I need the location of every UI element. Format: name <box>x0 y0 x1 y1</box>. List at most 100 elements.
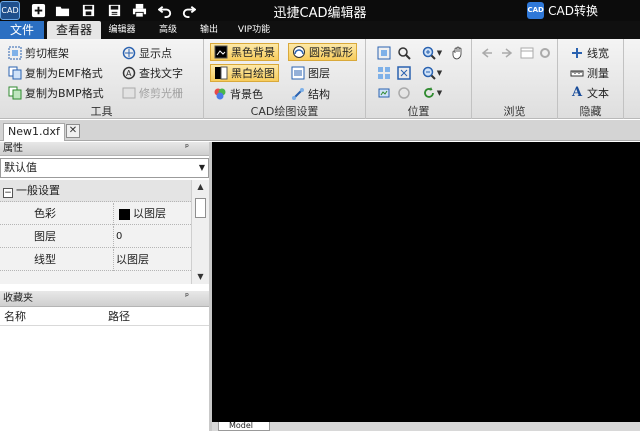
smooth-arc-button[interactable]: 圆滑弧形 <box>288 43 357 61</box>
property-row-linetype[interactable]: 线型 以图层 <box>0 249 191 271</box>
cad-convert-button[interactable]: CAD CAD转换 <box>527 1 598 20</box>
tab-advanced[interactable]: 高级 <box>151 21 185 39</box>
zoom-extents-icon <box>398 47 411 60</box>
column-name[interactable]: 名称 <box>4 308 26 326</box>
zoom-previous-icon <box>398 87 410 99</box>
cut-frame-button[interactable]: 剪切框架 <box>8 44 69 62</box>
tools-group: 剪切框架 复制为EMF格式 复制为BMP格式 显示点 A 查找文字 修剪光栅 工… <box>0 39 204 119</box>
tab-vip[interactable]: VIP功能 <box>234 21 274 39</box>
title-bar: CAD 迅捷CAD编辑器 CAD CAD转换 <box>0 0 640 21</box>
position-group-label: 位置 <box>407 105 430 118</box>
browse-group-label: 浏览 <box>503 105 526 118</box>
scroll-down-icon[interactable]: ▼ <box>192 270 209 284</box>
ribbon-tab-bar: 文件 查看器 编辑器 高级 输出 VIP功能 <box>0 21 640 39</box>
arrow-right-icon <box>502 48 513 58</box>
cut-frame-icon <box>8 46 22 60</box>
properties-panel-header: 属性 ᵖ <box>0 142 209 156</box>
close-tab-button[interactable]: ✕ <box>66 124 80 138</box>
window-controls[interactable] <box>612 1 640 20</box>
collapse-icon[interactable]: − <box>3 188 13 198</box>
property-group-general[interactable]: − 一般设置 <box>0 180 191 202</box>
column-path[interactable]: 路径 <box>108 308 130 326</box>
copy-emf-icon <box>8 66 22 80</box>
find-text-icon: A <box>122 66 136 80</box>
pin-icon[interactable]: ᵖ <box>185 291 189 304</box>
hide-group-label: 隐藏 <box>579 105 602 118</box>
copy-bmp-icon <box>8 86 22 100</box>
color-swatch <box>119 208 130 220</box>
zoom-fit-icon <box>397 66 411 80</box>
smooth-arc-icon <box>293 46 305 58</box>
zoom-window-button[interactable] <box>375 44 393 62</box>
trim-raster-icon <box>122 87 136 99</box>
back-button[interactable] <box>478 44 496 62</box>
property-grid: − 一般设置 色彩 以图层 图层 0 线型 以图层 <box>0 180 191 284</box>
layers-button[interactable]: 图层 <box>291 64 330 82</box>
file-menu[interactable]: 文件 <box>0 21 44 39</box>
zoom-in-icon <box>422 46 436 60</box>
tab-output[interactable]: 输出 <box>194 21 224 39</box>
layout-tab-bar: Model <box>212 422 640 431</box>
plot-view-icon <box>378 88 390 98</box>
rotate-icon <box>423 87 434 98</box>
arrow-left-icon <box>481 48 492 58</box>
copy-bmp-button[interactable]: 复制为BMP格式 <box>8 84 104 102</box>
background-color-icon <box>214 88 226 100</box>
chevron-down-icon: ▼ <box>436 49 443 57</box>
property-scrollbar[interactable]: ▲ ▼ <box>191 180 209 284</box>
cad-convert-label: CAD转换 <box>548 4 598 18</box>
cad-settings-group-label: CAD绘图设置 <box>250 105 319 118</box>
zoom-previous-button[interactable] <box>395 84 413 102</box>
document-tab-new1[interactable]: New1.dxf <box>3 123 65 141</box>
trim-raster-button[interactable]: 修剪光栅 <box>122 84 183 102</box>
zoom-window-icon <box>377 46 391 60</box>
document-tab-bar: New1.dxf ✕ <box>0 120 640 141</box>
black-background-button[interactable]: 黑色背景 <box>210 43 279 61</box>
show-points-button[interactable]: 显示点 <box>122 44 172 62</box>
layers-icon <box>291 66 305 80</box>
favorites-panel-title: 收藏夹 <box>3 293 33 304</box>
ribbon: 剪切框架 复制为EMF格式 复制为BMP格式 显示点 A 查找文字 修剪光栅 工… <box>0 39 640 119</box>
text-icon: A <box>571 85 583 100</box>
zoom-extents-button[interactable] <box>395 44 413 62</box>
background-color-button[interactable]: 背景色 <box>213 85 263 103</box>
chevron-down-icon: ▼ <box>436 89 443 97</box>
property-row-color[interactable]: 色彩 以图层 <box>0 203 191 225</box>
plot-view-button[interactable] <box>375 84 393 102</box>
pan-button[interactable] <box>449 44 467 62</box>
structure-icon <box>292 88 304 100</box>
text-button[interactable]: A 文本 <box>570 84 609 102</box>
scroll-up-icon[interactable]: ▲ <box>192 180 209 194</box>
hide-group: 线宽 测量 A 文本 隐藏 <box>558 39 624 119</box>
browse-settings-button[interactable] <box>536 44 554 62</box>
find-text-button[interactable]: A 查找文字 <box>122 64 183 82</box>
position-group: ▼ ▼ ▼ 位置 <box>366 39 472 119</box>
cad-convert-icon: CAD <box>527 2 545 19</box>
pin-icon[interactable]: ᵖ <box>185 142 189 155</box>
rotate-view-button[interactable]: ▼ <box>419 84 445 102</box>
black-white-drawing-button[interactable]: 黑白绘图 <box>210 64 279 82</box>
drawing-canvas[interactable] <box>212 142 640 422</box>
zoom-out-button[interactable]: ▼ <box>419 64 445 82</box>
fit-view-button[interactable] <box>375 64 393 82</box>
copy-emf-button[interactable]: 复制为EMF格式 <box>8 64 103 82</box>
fit-view-icon <box>378 67 390 79</box>
zoom-fit-button[interactable] <box>395 64 413 82</box>
open-browser-button[interactable] <box>518 44 536 62</box>
structure-button[interactable]: 结构 <box>291 85 330 103</box>
forward-button[interactable] <box>498 44 516 62</box>
zoom-in-button[interactable]: ▼ <box>419 44 445 62</box>
property-row-layer[interactable]: 图层 0 <box>0 226 191 248</box>
measure-button[interactable]: 测量 <box>570 64 609 82</box>
hand-icon <box>452 46 462 60</box>
tab-viewer[interactable]: 查看器 <box>47 21 101 39</box>
properties-selector-value: 默认值 <box>4 161 37 174</box>
tab-model[interactable]: Model <box>218 422 270 431</box>
line-width-icon <box>572 48 582 58</box>
cad-settings-group: 黑色背景 黑白绘图 背景色 圆滑弧形 图层 结构 CAD绘图设置 <box>204 39 366 119</box>
scroll-thumb[interactable] <box>195 198 206 218</box>
line-width-button[interactable]: 线宽 <box>570 44 609 62</box>
tab-editor[interactable]: 编辑器 <box>104 21 140 39</box>
properties-selector[interactable]: 默认值 ▼ <box>0 158 209 178</box>
chevron-down-icon: ▼ <box>198 163 205 172</box>
